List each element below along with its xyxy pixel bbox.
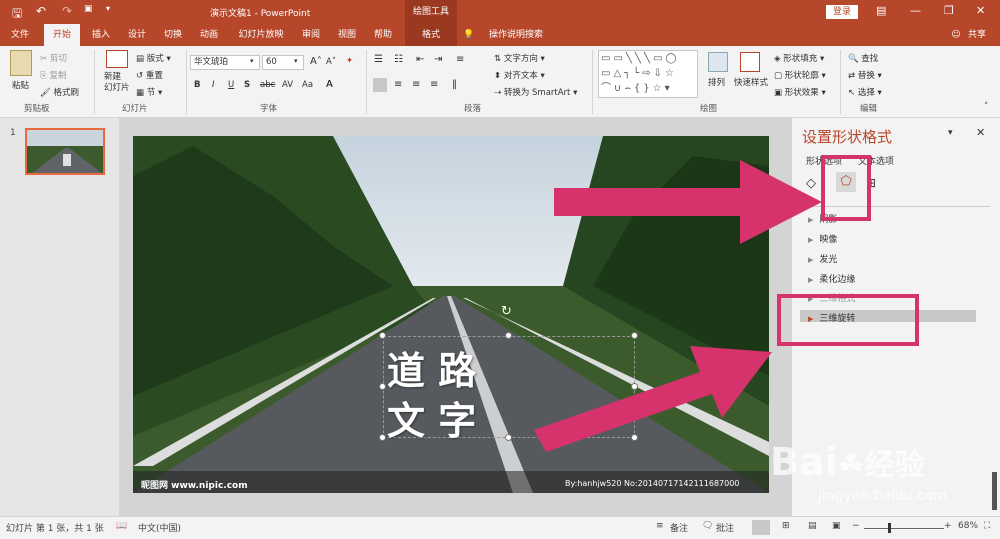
baidu-watermark-text: Bai [770, 440, 838, 484]
zoom-in-icon[interactable]: + [944, 521, 952, 531]
annotation-box-3d-rotation [777, 294, 919, 346]
zoom-slider-thumb[interactable] [888, 523, 891, 533]
notes-icon[interactable]: ≡ [656, 521, 664, 531]
baidu-watermark: Bai☘经验 [770, 440, 925, 484]
notes-button[interactable]: 备注 [670, 521, 688, 534]
language-status[interactable]: 中文(中国) [138, 521, 181, 534]
baidu-url-watermark: jingyan.baidu.com [818, 488, 948, 504]
normal-view-icon[interactable] [752, 520, 770, 535]
baidu-watermark-text2: 经验 [864, 448, 925, 483]
slideshow-icon[interactable]: ▣ [832, 521, 841, 531]
fit-slide-icon[interactable]: ⛶ [984, 521, 990, 531]
reading-view-icon[interactable]: ▤ [808, 521, 817, 531]
annotation-arrow-diagonal [534, 346, 772, 452]
zoom-level[interactable]: 68% [958, 521, 978, 531]
annotation-box-effects [821, 155, 871, 221]
status-bar: 幻灯片 第 1 张，共 1 张 📖 中文(中国) ≡ 备注 🗨 批注 ⊞ ▤ ▣… [0, 516, 1000, 539]
zoom-out-icon[interactable]: − [852, 521, 860, 531]
paw-icon: ☘ [837, 448, 865, 483]
zoom-slider[interactable] [864, 528, 944, 529]
slide-count-status: 幻灯片 第 1 张，共 1 张 [6, 524, 104, 534]
spelling-icon[interactable]: 📖 [116, 521, 127, 531]
comments-icon[interactable]: 🗨 [702, 521, 713, 531]
comments-button[interactable]: 批注 [716, 521, 734, 534]
slide-sorter-icon[interactable]: ⊞ [782, 521, 790, 531]
annotation-arrow-right [554, 160, 822, 244]
